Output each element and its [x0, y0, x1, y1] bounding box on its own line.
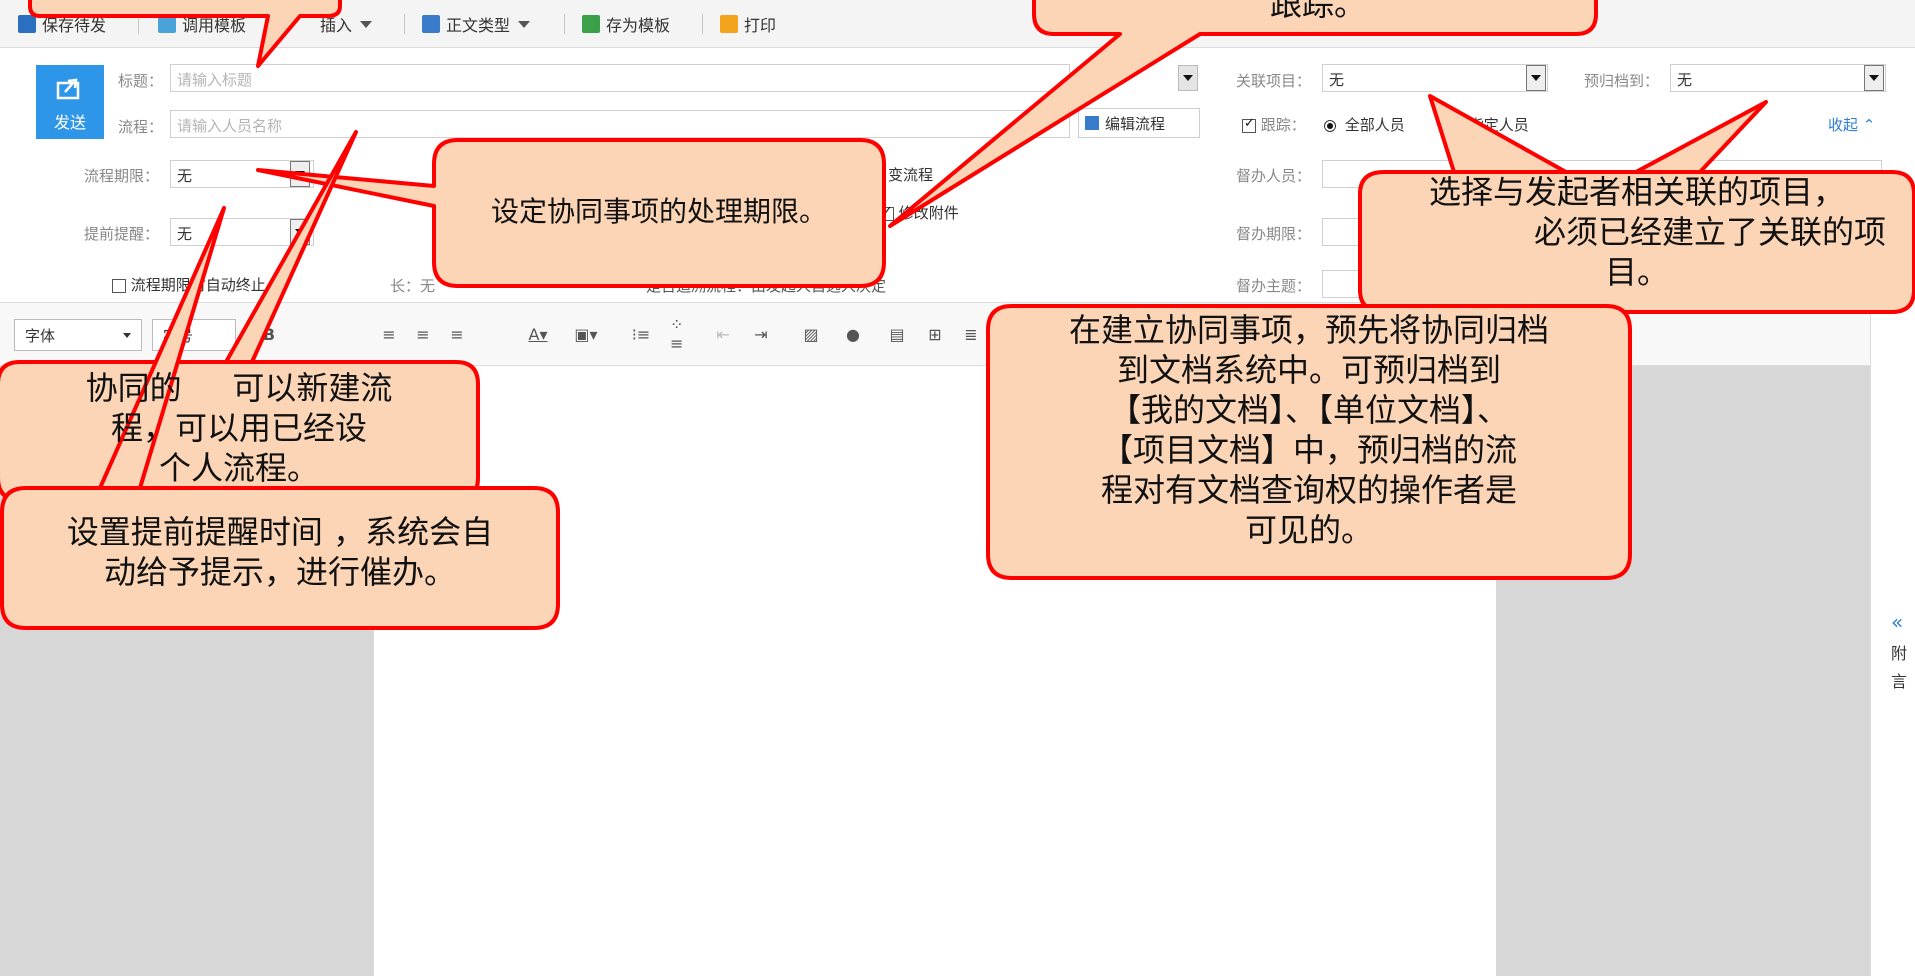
flow-label: 流程： — [118, 118, 164, 136]
callout-project-text: 选择与发起者相关联的项目， 必须已经建立了关联的项 目。 — [1360, 172, 1914, 292]
chevron-down-icon — [123, 332, 131, 338]
callout-archive-text: 在建立协同事项，预先将协同归档 到文档系统中。可预归档到 【我的文档】、【单位文… — [988, 310, 1630, 550]
toolbar-divider — [138, 14, 139, 34]
image-icon[interactable]: ▨ — [798, 321, 824, 347]
callout-archive-line: 【我的文档】、【单位文档】、 — [1108, 391, 1509, 429]
radio-selected-icon — [1324, 119, 1336, 132]
callout-archive-line: 程对有文档查询权的操作者是 — [1100, 471, 1517, 509]
printer-icon — [720, 15, 738, 33]
title-input[interactable]: 请输入标题 — [170, 64, 1070, 92]
chevron-up-icon: ⌃ — [1862, 116, 1876, 134]
related-project-dropdown-button[interactable] — [1526, 65, 1546, 91]
attachment-sidebar-toggle[interactable]: « 附 言 — [1870, 302, 1915, 976]
sidebar-label-char-1: 附 — [1891, 644, 1908, 663]
title-dropdown-button[interactable] — [1178, 65, 1198, 91]
track-all-radio[interactable]: 全部人员 — [1324, 114, 1405, 135]
font-color-icon[interactable]: A▾ — [518, 321, 558, 347]
modify-attachment-option[interactable]: 修改附件 — [880, 202, 959, 223]
callout-reminder-line: 动给予提示，进行催办。 — [103, 553, 456, 591]
share-icon — [56, 78, 80, 100]
sidebar-label-char-2: 言 — [1891, 672, 1908, 691]
supervise-deadline-label: 督办期限： — [1236, 225, 1312, 243]
reminder-dropdown-button[interactable] — [290, 219, 310, 245]
insert-menu[interactable]: 插入 — [320, 12, 373, 36]
radio-icon — [1448, 119, 1460, 132]
font-size-select[interactable]: 字号 — [152, 319, 236, 351]
document-icon — [422, 15, 440, 33]
indent-icon[interactable]: ⇥ — [748, 321, 774, 347]
callout-reminder-text: 设置提前提醒时间 ，系统会自 动给予提示，进行催办。 — [2, 512, 558, 592]
callout-project-line: 选择与发起者相关联的项目， — [1428, 173, 1845, 211]
use-template-button[interactable]: 调用模板 — [158, 12, 246, 36]
toolbar-divider — [702, 14, 703, 34]
extend-label: 长：无 — [390, 277, 436, 295]
change-flow-option[interactable]: 变流程 — [888, 164, 933, 185]
highlight-color-icon[interactable]: ▣▾ — [566, 321, 606, 347]
flash-icon[interactable]: ● — [840, 321, 866, 347]
callout-flow-line: 程，可以用已经设 — [110, 409, 367, 447]
supervisor-label: 督办人员： — [1236, 167, 1312, 185]
print-button[interactable]: 打印 — [720, 12, 776, 36]
related-project-label: 关联项目： — [1236, 72, 1312, 90]
align-center-icon[interactable]: ≡ — [410, 321, 436, 347]
outdent-icon[interactable]: ⇤ — [710, 321, 736, 347]
body-type-menu[interactable]: 正文类型 — [422, 12, 531, 36]
callout-tracking-text: 跟踪。 — [1270, 0, 1367, 23]
font-family-select[interactable]: 字体 — [14, 319, 142, 351]
table-icon[interactable]: ⊞ — [922, 321, 948, 347]
callout-archive-line: 在建立协同事项，预先将协同归档 — [1068, 311, 1549, 349]
template-icon — [158, 15, 176, 33]
pre-archive-select[interactable]: 无 — [1670, 64, 1886, 92]
collapse-link[interactable]: 收起 ⌃ — [1828, 114, 1875, 135]
bullet-list-icon[interactable]: ⁘≡ — [670, 315, 696, 353]
callout-archive-line: 到文档系统中。可预归档到 — [1116, 351, 1501, 389]
toolbar: 保存待发 调用模板 插入 正文类型 存为模板 打印 — [0, 0, 1915, 48]
callout-project-line: 必须已经建立了关联的项 — [1533, 213, 1886, 251]
toolbar-divider — [404, 14, 405, 34]
callout-project-line: 目。 — [1604, 253, 1669, 291]
deadline-dropdown-button[interactable] — [290, 161, 310, 187]
chevron-down-icon — [518, 20, 531, 28]
pre-archive-dropdown-button[interactable] — [1864, 65, 1884, 91]
align-right-icon[interactable]: ≡ — [444, 321, 470, 347]
track-note: 是否追溯流程：由发起人自选人决定 — [646, 277, 887, 295]
callout-flow-line: 个人流程。 — [158, 449, 319, 487]
callout-archive-line: 可见的。 — [1244, 511, 1373, 549]
save-draft-button[interactable]: 保存待发 — [18, 12, 106, 36]
auto-terminate-checkbox[interactable] — [112, 278, 126, 293]
callout-flow-text: 协同的 可以新建流 程，可以用已经设 个人流程。 — [0, 368, 478, 498]
reminder-label: 提前提醒： — [84, 225, 160, 243]
edit-icon — [1085, 116, 1099, 130]
callout-reminder-line: 设置提前提醒时间 ，系统会自 — [66, 513, 494, 551]
toolbar-divider — [564, 14, 565, 34]
auto-terminate-option[interactable]: 流程期限时自动终止 — [112, 274, 266, 295]
pre-archive-label: 预归档到： — [1584, 72, 1660, 90]
track-specific-radio[interactable]: 指定人员 — [1448, 114, 1529, 135]
save-template-icon — [582, 15, 600, 33]
callout-flow-line: 协同的 可以新建流 — [85, 369, 393, 407]
bold-icon[interactable]: B — [256, 321, 282, 347]
align-left-icon[interactable]: ≡ — [376, 321, 402, 347]
save-icon — [18, 15, 36, 33]
save-template-button[interactable]: 存为模板 — [582, 12, 670, 36]
numbered-list-icon[interactable]: ⁝≡ — [628, 321, 654, 347]
send-button[interactable]: 发送 — [36, 65, 104, 139]
callout-deadline-text: 设定协同事项的处理期限。 — [490, 195, 827, 228]
track-checkbox[interactable] — [1242, 116, 1256, 133]
title-label: 标题： — [118, 72, 164, 90]
related-project-select[interactable]: 无 — [1322, 64, 1548, 92]
expand-icon[interactable]: « — [1891, 610, 1903, 634]
supervise-subject-label: 督办主题： — [1236, 277, 1312, 295]
deadline-label: 流程期限： — [84, 167, 160, 185]
track-option[interactable]: 跟踪： — [1242, 114, 1306, 135]
chevron-down-icon — [360, 20, 373, 28]
clipboard-icon[interactable]: ▤ — [884, 321, 910, 347]
callout-archive-line: 【项目文档】中，预归档的流 — [1100, 431, 1517, 469]
edit-flow-button[interactable]: 编辑流程 — [1078, 108, 1200, 138]
horizontal-rule-icon[interactable]: ≣ — [958, 321, 984, 347]
flow-input[interactable]: 请输入人员名称 — [170, 110, 1070, 138]
